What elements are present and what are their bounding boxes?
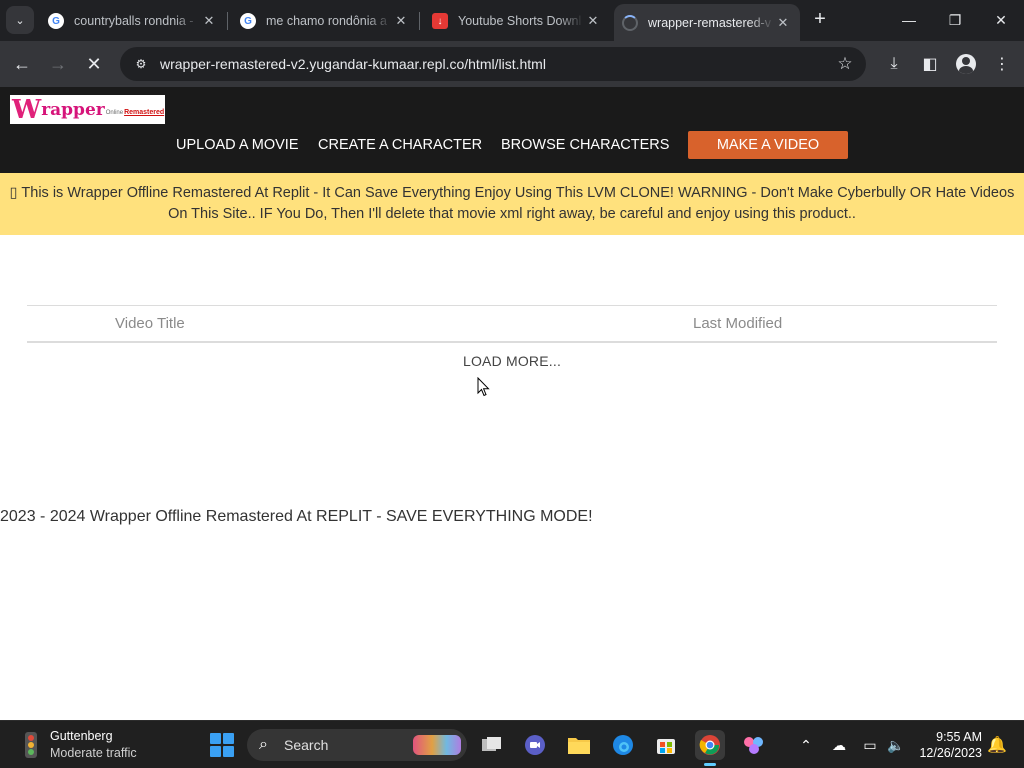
google-icon: G <box>240 13 256 29</box>
new-tab-button[interactable]: + <box>808 8 832 32</box>
active-app-indicator <box>704 763 716 766</box>
nav-browse-characters[interactable]: BROWSE CHARACTERS <box>501 137 669 153</box>
chrome-browser-icon[interactable] <box>695 730 725 766</box>
clock-date: 12/26/2023 <box>919 746 982 760</box>
menu-kebab-icon[interactable]: ⋮ <box>990 52 1014 76</box>
google-icon: G <box>48 13 64 29</box>
back-button[interactable]: ← <box>8 50 36 78</box>
clock-time: 9:55 AM <box>936 730 982 744</box>
display-icon[interactable]: ▭ <box>860 735 880 755</box>
logo-word: rapper <box>41 99 105 120</box>
onedrive-offline-icon[interactable]: ☁ <box>829 735 849 755</box>
url-text[interactable]: wrapper-remastered-v2.yugandar-kumaar.re… <box>160 56 830 72</box>
bookmark-star-icon[interactable]: ☆ <box>830 54 860 74</box>
loading-spinner-icon <box>622 14 638 31</box>
volume-muted-icon[interactable]: 🔈 <box>886 735 906 755</box>
browser-tab-strip: ⌄ G countryballs rondnia - ✕ G me chamo … <box>0 0 1024 41</box>
forward-button[interactable]: → <box>44 50 72 78</box>
tab-title: me chamo rondônia a <box>266 14 387 28</box>
show-hidden-icons-chevron[interactable]: ⌃ <box>796 735 816 755</box>
colorful-app-icon[interactable] <box>739 730 769 760</box>
system-clock[interactable]: 9:55 AM 12/26/2023 <box>916 729 982 761</box>
stop-loading-button[interactable]: ✕ <box>80 50 108 78</box>
column-header-last-modified[interactable]: Last Modified <box>693 315 782 332</box>
profile-button[interactable] <box>954 52 978 76</box>
address-bar[interactable]: ⚙ wrapper-remastered-v2.yugandar-kumaar.… <box>120 47 866 81</box>
tab-title: countryballs rondnia - <box>74 14 194 28</box>
minimize-button[interactable]: — <box>886 0 932 40</box>
file-explorer-icon[interactable] <box>564 730 594 760</box>
microsoft-store-icon[interactable] <box>651 730 681 760</box>
widget-title[interactable]: Guttenberg <box>50 729 113 743</box>
side-panel-icon[interactable]: ◧ <box>918 52 942 76</box>
tab-wrapper-remastered[interactable]: wrapper-remastered-v ✕ <box>614 4 800 41</box>
tab-title: Youtube Shorts Downl <box>458 14 582 28</box>
logo-remastered: Remastered <box>124 109 165 116</box>
edge-browser-icon[interactable] <box>608 730 638 760</box>
column-header-video-title[interactable]: Video Title <box>115 315 185 332</box>
video-list-table: Video Title Last Modified LOAD MORE... <box>27 305 997 369</box>
tab-search-button[interactable]: ⌄ <box>6 6 34 34</box>
windows-start-icon[interactable] <box>210 733 234 757</box>
make-a-video-button[interactable]: MAKE A VIDEO <box>688 131 848 159</box>
tab-title: wrapper-remastered-v <box>648 15 771 30</box>
task-view-icon[interactable] <box>477 730 507 760</box>
windows-taskbar: Guttenberg Moderate traffic ⌕ Search ⌃ ☁… <box>0 720 1024 768</box>
search-icon: ⌕ <box>259 736 268 753</box>
site-logo[interactable]: W rapper Online Remastered <box>10 95 165 124</box>
tab-countryballs[interactable]: G countryballs rondnia - ✕ <box>40 6 226 36</box>
notice-banner: ▯ This is Wrapper Offline Remastered At … <box>0 173 1024 235</box>
site-header: W rapper Online Remastered UPLOAD A MOVI… <box>0 87 1024 173</box>
close-window-button[interactable]: ✕ <box>978 0 1024 40</box>
search-label: Search <box>284 737 329 753</box>
nav-upload-movie[interactable]: UPLOAD A MOVIE <box>176 137 299 153</box>
meet-video-icon[interactable] <box>520 730 550 760</box>
tab-divider <box>227 12 228 30</box>
download-icon: ↓ <box>432 13 448 29</box>
restore-button[interactable]: ❐ <box>932 0 978 40</box>
mouse-cursor-icon <box>477 377 490 397</box>
search-highlight-graphic <box>413 735 461 755</box>
downloads-icon[interactable]: ⤓ <box>882 52 906 76</box>
close-tab-icon[interactable]: ✕ <box>774 15 792 31</box>
logo-online: Online <box>105 109 124 116</box>
load-more-link[interactable]: LOAD MORE... <box>27 353 997 369</box>
widget-subtitle[interactable]: Moderate traffic <box>50 746 137 760</box>
tab-me-chamo-rondonia[interactable]: G me chamo rondônia a ✕ <box>232 6 418 36</box>
nav-create-character[interactable]: CREATE A CHARACTER <box>318 137 482 153</box>
close-tab-icon[interactable]: ✕ <box>392 13 410 29</box>
tab-youtube-shorts[interactable]: ↓ Youtube Shorts Downl ✕ <box>424 6 610 36</box>
table-header: Video Title Last Modified <box>27 305 997 343</box>
close-tab-icon[interactable]: ✕ <box>584 13 602 29</box>
notification-bell-icon[interactable]: 🔔 <box>987 735 1007 755</box>
traffic-light-icon[interactable] <box>18 731 44 759</box>
site-footer: 2023 - 2024 Wrapper Offline Remastered A… <box>0 508 593 525</box>
browser-toolbar: ← → ✕ ⚙ wrapper-remastered-v2.yugandar-k… <box>0 41 1024 87</box>
profile-avatar-icon <box>956 54 976 74</box>
close-tab-icon[interactable]: ✕ <box>200 13 218 29</box>
tab-divider <box>419 12 420 30</box>
site-info-icon[interactable]: ⚙ <box>126 57 156 71</box>
logo-letter: W <box>12 94 42 125</box>
taskbar-search-box[interactable]: ⌕ Search <box>247 729 467 761</box>
